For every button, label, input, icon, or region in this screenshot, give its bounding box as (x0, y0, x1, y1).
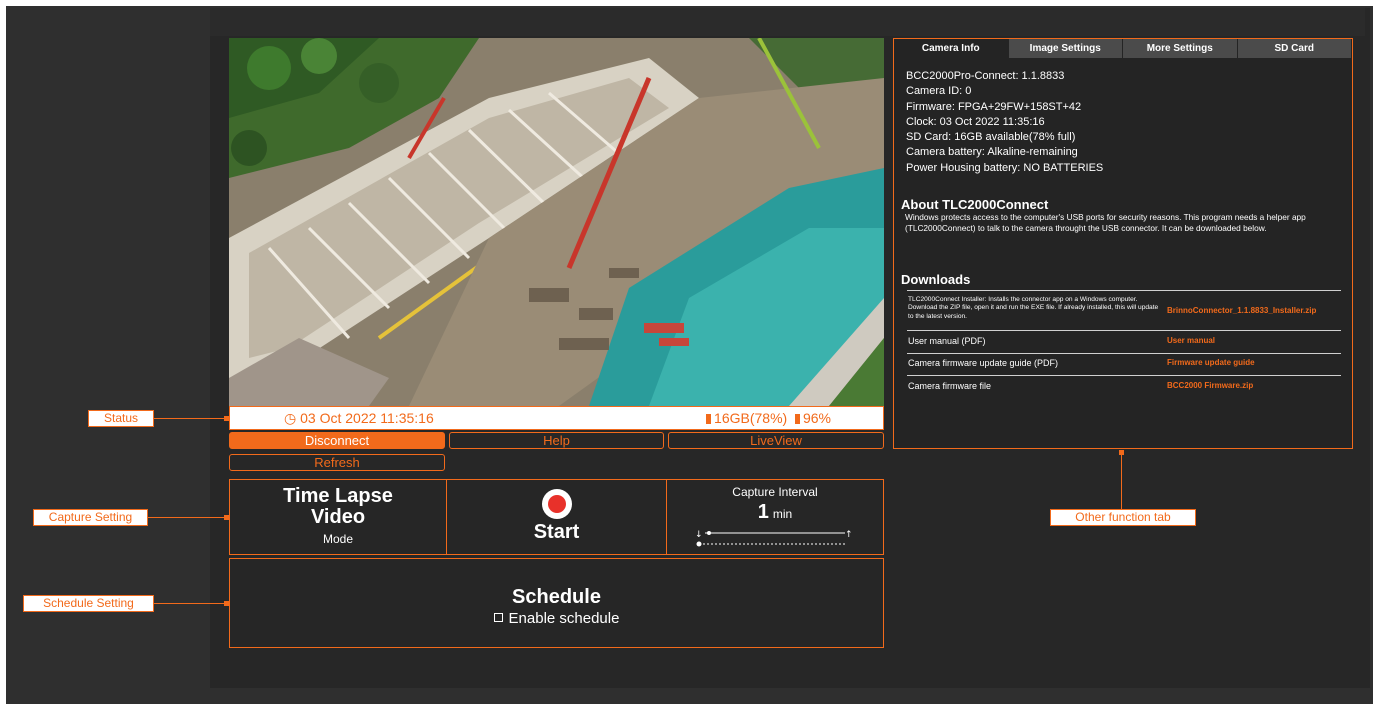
download-desc: Camera firmware file (908, 381, 992, 391)
info-firmware: Firmware: FPGA+29FW+158ST+42 (906, 100, 1082, 113)
download-desc: Camera firmware update guide (PDF) (908, 358, 1059, 368)
annotation-line-status (154, 418, 225, 419)
help-button[interactable]: Help (449, 432, 664, 449)
annotation-line-capture (148, 517, 226, 518)
download-row-installer: TLC2000Connect Installer: Installs the c… (908, 296, 1342, 326)
download-desc: User manual (PDF) (908, 336, 986, 346)
downloads-divider (907, 375, 1341, 376)
interval-slider[interactable]: ↓ ↑ (695, 530, 855, 550)
refresh-button[interactable]: Refresh (229, 454, 445, 471)
record-icon (541, 489, 572, 519)
annotation-dot-capture (224, 515, 229, 520)
svg-text:↑: ↑ (845, 530, 853, 540)
annotation-other: Other function tab (1050, 509, 1196, 526)
info-panel: Camera Info Image Settings More Settings… (893, 38, 1353, 449)
downloads-divider (907, 290, 1341, 291)
download-link-installer[interactable]: BrinnoConnector_1.1.8833_Installer.zip (1167, 306, 1316, 315)
status-battery: 96% (802, 410, 831, 426)
status-storage-battery: 16GB(78%) 96% (706, 407, 831, 429)
tab-image-settings[interactable]: Image Settings (1008, 39, 1123, 58)
annotation-status: Status (88, 410, 154, 427)
downloads-divider (907, 353, 1341, 354)
download-row-fw-guide: Camera firmware update guide (PDF) Firmw… (908, 358, 1342, 372)
download-link-fw-guide[interactable]: Firmware update guide (1167, 358, 1255, 367)
annotation-line-other (1121, 452, 1122, 509)
download-link-fw-file[interactable]: BCC2000 Firmware.zip (1167, 381, 1253, 390)
info-camera-id: Camera ID: 0 (906, 85, 972, 98)
tab-camera-info[interactable]: Camera Info (894, 39, 1009, 58)
capture-setting-panel: Time Lapse Video Mode Start Capture Inte… (229, 479, 884, 555)
mode-title: Time Lapse Video (283, 485, 393, 528)
annotation-dot-status (224, 416, 229, 421)
info-power-housing-battery: Power Housing battery: NO BATTERIES (906, 161, 1104, 174)
enable-schedule-checkbox[interactable]: Enable schedule (230, 610, 883, 627)
schedule-title: Schedule (512, 586, 601, 608)
tab-more-settings[interactable]: More Settings (1123, 39, 1238, 58)
checkbox-icon (493, 613, 503, 622)
capture-interval: Capture Interval 1 min ↓ ↑ (667, 480, 883, 554)
tab-sd-card[interactable]: SD Card (1237, 39, 1352, 58)
sd-card-icon (706, 414, 712, 424)
info-sd-card: SD Card: 16GB available(78% full) (906, 131, 1076, 144)
about-title: About TLC2000Connect (901, 197, 1049, 212)
annotation-schedule: Schedule Setting (23, 595, 154, 612)
annotation-capture: Capture Setting (33, 509, 148, 526)
status-bar: ◷ 03 Oct 2022 11:35:16 16GB(78%) 96% (229, 406, 884, 430)
start-label: Start (533, 521, 580, 543)
download-row-fw-file: Camera firmware file BCC2000 Firmware.zi… (908, 381, 1342, 395)
schedule-setting-panel: Schedule Enable schedule (229, 558, 884, 648)
mode-label: Mode (322, 532, 354, 546)
info-clock: Clock: 03 Oct 2022 11:35:16 (906, 115, 1045, 128)
status-datetime: 03 Oct 2022 11:35:16 (300, 410, 434, 426)
camera-preview-image (229, 38, 884, 406)
status-sd: 16GB(78%) (714, 410, 788, 426)
capture-interval-value: 1 min (757, 501, 793, 523)
download-desc: TLC2000Connect Installer: Installs the c… (908, 296, 1159, 320)
svg-text:↓: ↓ (695, 530, 703, 540)
camera-info-list: BCC2000Pro-Connect: 1.1.8833 Camera ID: … (906, 69, 1103, 176)
downloads-divider (907, 330, 1341, 331)
annotation-line-schedule (154, 603, 226, 604)
top-bar (210, 8, 1365, 36)
start-button[interactable]: Start (447, 480, 667, 554)
info-connect-version: BCC2000Pro-Connect: 1.1.8833 (906, 70, 1065, 82)
disconnect-button[interactable]: Disconnect (229, 432, 445, 449)
about-text: Windows protects access to the computer'… (905, 212, 1306, 233)
download-link-manual[interactable]: User manual (1167, 336, 1215, 345)
liveview-button[interactable]: LiveView (668, 432, 884, 449)
status-clock: ◷ 03 Oct 2022 11:35:16 (284, 407, 434, 429)
info-camera-battery: Camera battery: Alkaline-remaining (906, 146, 1078, 159)
capture-interval-title: Capture Interval (732, 485, 818, 499)
annotation-dot-schedule (224, 601, 229, 606)
mode-selector[interactable]: Time Lapse Video Mode (230, 480, 447, 554)
download-row-manual: User manual (PDF) User manual (908, 336, 1342, 350)
clock-icon: ◷ (284, 410, 297, 426)
tab-bar: Camera Info Image Settings More Settings… (894, 39, 1352, 58)
battery-icon (794, 414, 800, 424)
downloads-title: Downloads (901, 272, 971, 287)
